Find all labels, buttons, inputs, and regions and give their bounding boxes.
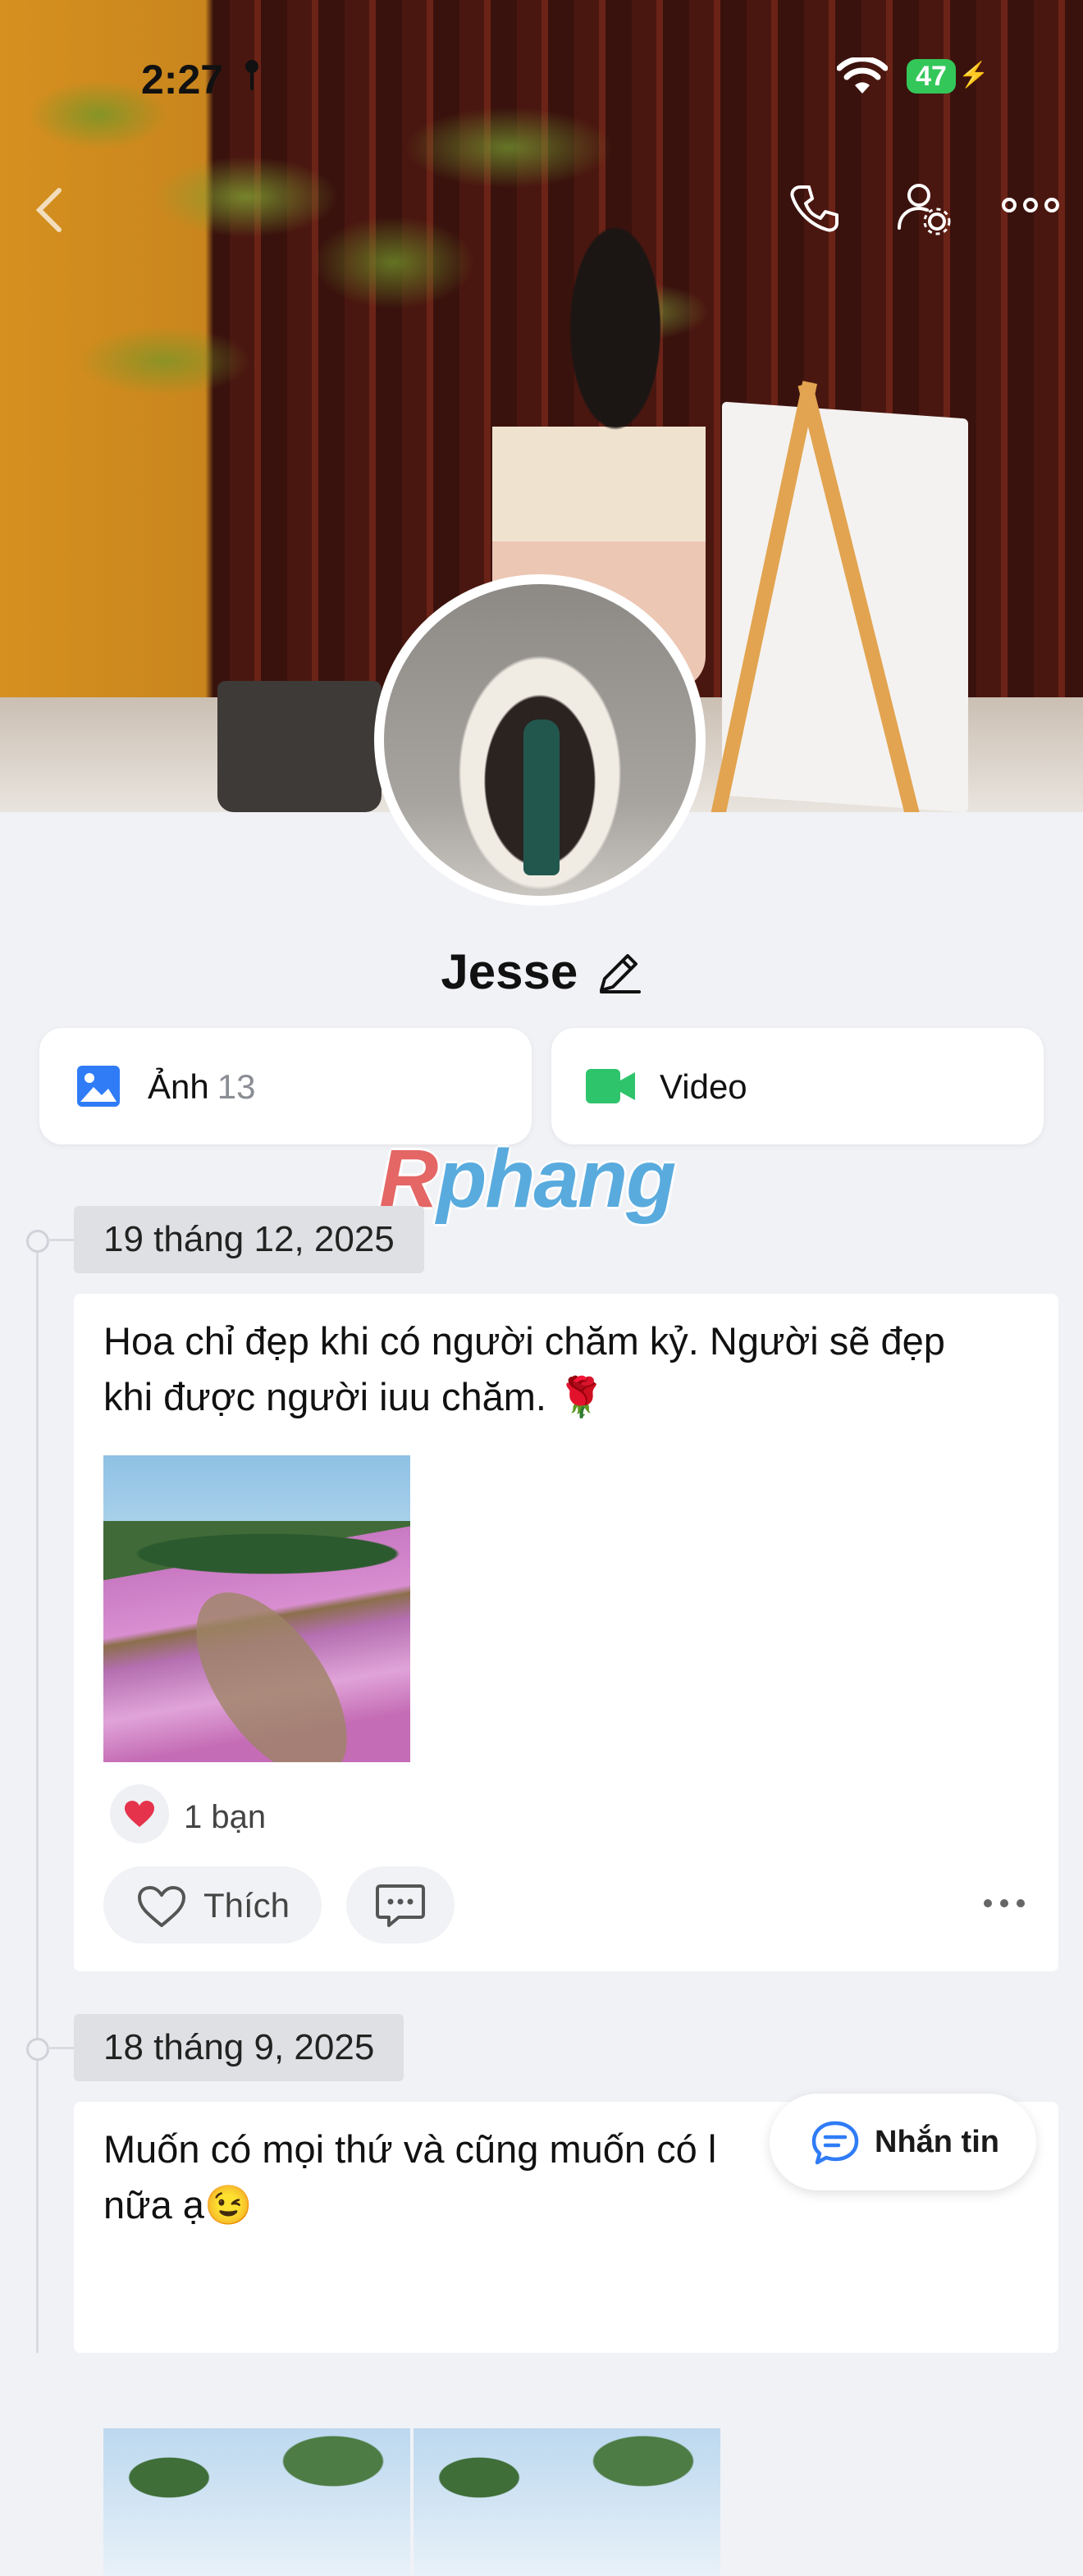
post-photo[interactable] bbox=[103, 2428, 410, 2576]
profile-settings-icon[interactable] bbox=[896, 180, 952, 236]
comment-button[interactable] bbox=[346, 1866, 455, 1943]
post-date: 19 tháng 12, 2025 bbox=[74, 1206, 424, 1273]
photos-icon bbox=[77, 1066, 120, 1107]
charging-icon: ⚡ bbox=[958, 62, 989, 89]
reaction-badge[interactable] bbox=[110, 1784, 169, 1843]
post-more-icon[interactable] bbox=[983, 1898, 1026, 1909]
photos-label-text: Ảnh bbox=[148, 1067, 209, 1106]
profile-name-row: Jesse bbox=[0, 943, 1083, 1000]
wifi-icon bbox=[837, 57, 888, 94]
location-arrow-icon bbox=[245, 60, 258, 90]
avatar[interactable] bbox=[374, 574, 706, 906]
videos-card[interactable]: Video bbox=[551, 1028, 1044, 1144]
post-text: Hoa chỉ đẹp khi có người chăm kỷ. Người … bbox=[103, 1313, 1030, 1425]
photos-card[interactable]: Ảnh 13 bbox=[39, 1028, 532, 1144]
battery-indicator: 47 bbox=[907, 59, 956, 94]
post-card[interactable]: Hoa chỉ đẹp khi có người chăm kỷ. Người … bbox=[74, 1294, 1058, 1971]
photos-count: 13 bbox=[217, 1067, 256, 1106]
message-button[interactable]: Nhắn tin bbox=[770, 2094, 1036, 2190]
heart-icon bbox=[125, 1801, 154, 1827]
like-button[interactable]: Thích bbox=[103, 1866, 322, 1943]
status-time: 2:27 bbox=[141, 57, 224, 103]
watermark-rest: phang bbox=[436, 1133, 676, 1225]
timeline-dot bbox=[26, 2038, 49, 2061]
post-photo[interactable] bbox=[103, 1455, 410, 1762]
timeline-connector bbox=[48, 2047, 75, 2049]
chat-bubble-icon bbox=[811, 2121, 859, 2165]
like-label: Thích bbox=[203, 1886, 290, 1925]
photos-label: Ảnh 13 bbox=[148, 1067, 255, 1107]
profile-name: Jesse bbox=[441, 944, 578, 999]
timeline-connector bbox=[48, 1239, 75, 1241]
post-text-line: Hoa chỉ đẹp khi có người chăm kỷ. Người … bbox=[103, 1319, 945, 1363]
post-text-line: khi được người iuu chăm. 🌹 bbox=[103, 1375, 605, 1418]
post-photo[interactable] bbox=[414, 2428, 720, 2576]
reaction-count[interactable]: 1 bạn bbox=[184, 1799, 266, 1836]
timeline-dot bbox=[26, 1230, 49, 1253]
status-bar: 2:27 47 ⚡ bbox=[0, 49, 1083, 107]
video-camera-icon bbox=[586, 1069, 635, 1103]
back-icon[interactable] bbox=[33, 187, 66, 233]
cover-pot bbox=[217, 681, 382, 812]
avatar-figure bbox=[523, 719, 560, 875]
call-icon[interactable] bbox=[788, 182, 840, 235]
heart-outline-icon bbox=[138, 1886, 185, 1927]
avatar-photo bbox=[384, 584, 696, 896]
edit-name-icon[interactable] bbox=[596, 949, 642, 995]
timeline-line bbox=[36, 1239, 39, 2353]
videos-label: Video bbox=[660, 1067, 747, 1106]
photo-path bbox=[167, 1567, 377, 1762]
post-date: 18 tháng 9, 2025 bbox=[74, 2014, 404, 2081]
more-options-icon[interactable] bbox=[1001, 195, 1060, 215]
message-label: Nhắn tin bbox=[875, 2125, 999, 2159]
comment-icon bbox=[376, 1884, 425, 1927]
